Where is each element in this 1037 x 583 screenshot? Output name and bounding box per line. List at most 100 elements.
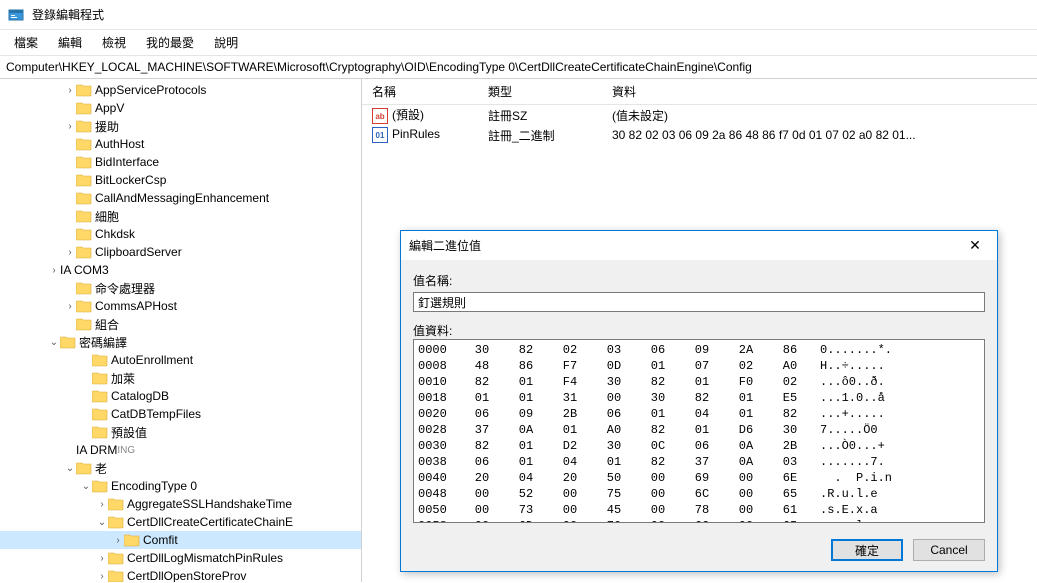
list-row[interactable]: ab(預設)註冊SZ(值未設定)	[362, 105, 1037, 125]
tree-item[interactable]: CatDBTempFiles	[0, 405, 361, 423]
tree-item[interactable]: ⌄ 密碼編譯	[0, 333, 361, 351]
tree-item[interactable]: CallAndMessagingEnhancement	[0, 189, 361, 207]
chevron-right-icon[interactable]: ›	[112, 535, 124, 546]
tree-item-label: CommsAPHost	[95, 299, 177, 313]
tree-item-label: 組合	[95, 316, 119, 333]
tree-item[interactable]: › AggregateSSLHandshakeTime	[0, 495, 361, 513]
hex-line[interactable]: 004800520075006C0065.R.u.l.e	[418, 486, 980, 502]
col-data[interactable]: 資料	[602, 79, 1037, 104]
hex-line[interactable]: 00380601040182370A03.......7.	[418, 454, 980, 470]
tree-item[interactable]: 加萊	[0, 369, 361, 387]
chevron-down-icon[interactable]: ⌄	[80, 481, 92, 492]
hex-line[interactable]: 00108201F4308201F002...ô0..ð.	[418, 374, 980, 390]
tree-item[interactable]: › AppServiceProtocols	[0, 81, 361, 99]
menu-view[interactable]: 檢視	[94, 32, 134, 53]
regedit-icon	[8, 7, 24, 23]
tree-item-label: 老	[95, 460, 107, 477]
hex-line[interactable]: 0040200420500069006E . P.i.n	[418, 470, 980, 486]
tree-item-label: 密碼編譯	[79, 334, 127, 351]
chevron-right-icon[interactable]: ›	[96, 553, 108, 564]
tree-item[interactable]: 組合	[0, 315, 361, 333]
value-name-input[interactable]	[413, 292, 985, 312]
tree-item[interactable]: 命令處理器	[0, 279, 361, 297]
chevron-right-icon[interactable]: ›	[96, 571, 108, 582]
tree-item-label: AuthHost	[95, 137, 144, 151]
hex-line[interactable]: 0058006D0070006C0065.m.p.l.e	[418, 518, 980, 523]
tree-item[interactable]: Chkdsk	[0, 225, 361, 243]
tree-item[interactable]: › ClipboardServer	[0, 243, 361, 261]
chevron-right-icon[interactable]: ›	[64, 121, 76, 132]
value-name-label: 值名稱:	[413, 272, 985, 289]
tree-item-label: 細胞	[95, 208, 119, 225]
tree-item[interactable]: AppV	[0, 99, 361, 117]
tree-item[interactable]: AuthHost	[0, 135, 361, 153]
tree-item-label: 命令處理器	[95, 280, 155, 297]
string-value-icon: ab	[372, 108, 388, 124]
chevron-down-icon[interactable]: ⌄	[48, 337, 60, 348]
address-bar[interactable]: Computer\HKEY_LOCAL_MACHINE\SOFTWARE\Mic…	[0, 56, 1037, 79]
tree-item[interactable]: › CertDllLogMismatchPinRules	[0, 549, 361, 567]
tree-item-label: AutoEnrollment	[111, 353, 193, 367]
menu-help[interactable]: 說明	[206, 32, 246, 53]
chevron-down-icon[interactable]: ⌄	[96, 517, 108, 528]
tree-item-label: BidInterface	[95, 155, 159, 169]
tree-item-label: Chkdsk	[95, 227, 135, 241]
tree-panel[interactable]: › AppServiceProtocols AppV ›援助 AuthHost BidIn…	[0, 79, 362, 582]
col-name[interactable]: 名稱	[362, 79, 478, 104]
tree-item-label: IA DRM	[76, 443, 117, 457]
tree-item[interactable]: BidInterface	[0, 153, 361, 171]
tree-item[interactable]: › CommsAPHost	[0, 297, 361, 315]
value-data-label: 值資料:	[413, 322, 985, 339]
hex-line[interactable]: 00308201D2300C060A2B...Ò0...+	[418, 438, 980, 454]
binary-value-icon: 01	[372, 127, 388, 143]
tree-item[interactable]: IA DRMING	[0, 441, 361, 459]
tree-item-label: 預設值	[111, 424, 147, 441]
chevron-down-icon[interactable]: ⌄	[64, 463, 76, 474]
chevron-right-icon[interactable]: ›	[48, 265, 60, 276]
hex-line[interactable]: 001801013100308201E5...1.0..å	[418, 390, 980, 406]
hex-line[interactable]: 00084886F70D010702A0H..÷.....	[418, 358, 980, 374]
tree-item[interactable]: AutoEnrollment	[0, 351, 361, 369]
col-type[interactable]: 類型	[478, 79, 602, 104]
menubar: 檔案 編輯 檢視 我的最愛 說明	[0, 30, 1037, 56]
tree-item[interactable]: ⌄ EncodingType 0	[0, 477, 361, 495]
tree-item-label: 加萊	[111, 370, 135, 387]
tree-item-label: AppServiceProtocols	[95, 83, 206, 97]
chevron-right-icon[interactable]: ›	[64, 85, 76, 96]
tree-item[interactable]: ›CertDllOpenStoreProv	[0, 567, 361, 582]
tree-item[interactable]: ›Comfit	[0, 531, 361, 549]
tree-item[interactable]: ⌄ CertDllCreateCertificateChainE	[0, 513, 361, 531]
menu-file[interactable]: 檔案	[6, 32, 46, 53]
menu-edit[interactable]: 編輯	[50, 32, 90, 53]
hex-line[interactable]: 00003082020306092A860.......*.	[418, 342, 980, 358]
close-icon[interactable]: ✕	[961, 237, 989, 254]
tree-item[interactable]: CatalogDB	[0, 387, 361, 405]
list-row[interactable]: 01PinRules註冊_二進制30 82 02 03 06 09 2a 86 …	[362, 125, 1037, 145]
tree-item[interactable]: 預設值	[0, 423, 361, 441]
tree-item[interactable]: ⌄老	[0, 459, 361, 477]
ok-button[interactable]: 確定	[831, 539, 903, 561]
tree-item-label: CertDllCreateCertificateChainE	[127, 515, 293, 529]
tree-item[interactable]: ›援助	[0, 117, 361, 135]
tree-item[interactable]: ›IA COM3	[0, 261, 361, 279]
titlebar: 登錄編輯程式	[0, 0, 1037, 30]
tree-item-label: AppV	[95, 101, 124, 115]
window-title: 登錄編輯程式	[32, 6, 104, 23]
hex-editor[interactable]: 00003082020306092A860.......*.00084886F7…	[413, 339, 985, 523]
tree-item[interactable]: 細胞	[0, 207, 361, 225]
tree-item[interactable]: BitLockerCsp	[0, 171, 361, 189]
cancel-button[interactable]: Cancel	[913, 539, 985, 561]
chevron-right-icon[interactable]: ›	[64, 301, 76, 312]
chevron-right-icon[interactable]: ›	[64, 247, 76, 258]
tree-item-label: CatDBTempFiles	[111, 407, 201, 421]
chevron-right-icon[interactable]: ›	[96, 499, 108, 510]
tree-item-label: AggregateSSLHandshakeTime	[127, 497, 292, 511]
tree-item-label: CertDllLogMismatchPinRules	[127, 551, 283, 565]
tree-item-label: IA COM3	[60, 263, 109, 277]
hex-line[interactable]: 002006092B0601040182...+.....	[418, 406, 980, 422]
menu-fav[interactable]: 我的最愛	[138, 32, 202, 53]
tree-item-label: ClipboardServer	[95, 245, 182, 259]
hex-line[interactable]: 00500073004500780061.s.E.x.a	[418, 502, 980, 518]
hex-line[interactable]: 0028370A01A08201D6307.....Ö0	[418, 422, 980, 438]
tree-item-label: EncodingType 0	[111, 479, 197, 493]
